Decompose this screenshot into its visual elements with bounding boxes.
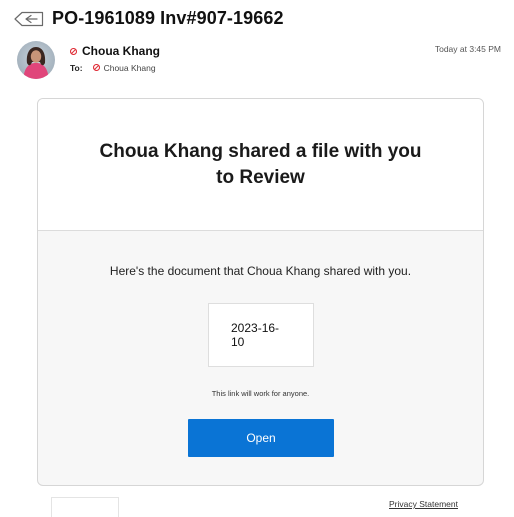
document-preview[interactable]: 2023-16-10 <box>208 303 314 367</box>
open-button[interactable]: Open <box>188 419 334 457</box>
card-description: Here's the document that Choua Khang sha… <box>109 264 412 278</box>
sender-name-label: Choua Khang <box>82 44 160 58</box>
share-card: Choua Khang shared a file with you to Re… <box>37 98 484 486</box>
timestamp: Today at 3:45 PM <box>434 44 501 54</box>
card-title: Choua Khang shared a file with you to Re… <box>99 140 422 188</box>
blocked-sender-icon <box>92 63 100 73</box>
to-label: To: <box>70 63 83 73</box>
tag-arrow-icon <box>14 11 44 27</box>
footer-logo-box <box>51 497 119 517</box>
link-note: This link will work for anyone. <box>211 389 310 398</box>
subject-row: PO-1961089 Inv#907-19662 <box>14 8 284 29</box>
avatar[interactable] <box>17 41 55 79</box>
blocked-sender-icon <box>69 44 78 58</box>
document-name: 2023-16-10 <box>231 321 280 350</box>
recipient-line: To: Choua Khang <box>70 63 156 73</box>
email-subject: PO-1961089 Inv#907-19662 <box>52 8 284 28</box>
recipient-name[interactable]: Choua Khang <box>104 63 156 73</box>
sender-name[interactable]: Choua Khang <box>69 44 160 58</box>
privacy-statement-link[interactable]: Privacy Statement <box>389 499 458 509</box>
sender-row: Choua Khang To: Choua Khang Today at 3:4… <box>17 41 501 83</box>
card-header: Choua Khang shared a file with you to Re… <box>38 99 483 231</box>
